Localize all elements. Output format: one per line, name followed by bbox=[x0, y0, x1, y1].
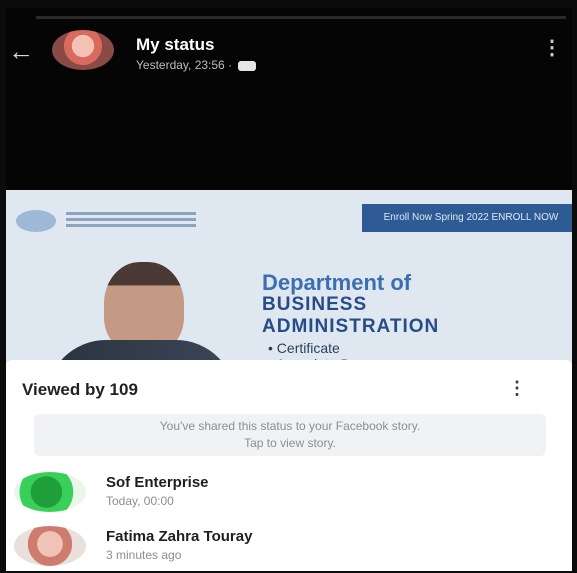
page-title: My status bbox=[136, 35, 215, 54]
avatar bbox=[14, 472, 86, 512]
facebook-share-note[interactable]: You've shared this status to your Facebo… bbox=[34, 414, 546, 456]
more-vertical-icon[interactable]: ⋮ bbox=[542, 38, 562, 58]
viewer-time: Today, 00:00 bbox=[106, 494, 174, 508]
dept-name-line2: ADMINISTRATION bbox=[262, 316, 440, 337]
back-arrow-icon[interactable]: ← bbox=[8, 38, 34, 64]
status-progress-bar bbox=[36, 16, 566, 19]
avatar[interactable] bbox=[52, 30, 114, 70]
status-viewer: ← My status Yesterday, 23:56 · ⋮ Enroll … bbox=[6, 8, 572, 571]
status-header: ← My status Yesterday, 23:56 · ⋮ bbox=[6, 8, 572, 188]
status-timestamp: Yesterday, 23:56 · bbox=[136, 58, 257, 72]
more-vertical-icon[interactable]: ⋮ bbox=[508, 378, 526, 399]
enroll-banner: Enroll Now Spring 2022 ENROLL NOW bbox=[362, 204, 572, 232]
avatar bbox=[14, 526, 86, 566]
list-item[interactable]: Sof Enterprise Today, 00:00 bbox=[6, 468, 572, 520]
privacy-icon bbox=[238, 60, 257, 71]
status-time-text: Yesterday, 23:56 · bbox=[136, 58, 233, 72]
viewed-by-count: Viewed by 109 bbox=[22, 380, 138, 399]
viewer-time: 3 minutes ago bbox=[106, 548, 182, 562]
dept-name-line1: BUSINESS bbox=[262, 294, 368, 315]
viewer-name: Fatima Zahra Touray bbox=[106, 528, 253, 545]
list-item[interactable]: Fatima Zahra Touray 3 minutes ago bbox=[6, 522, 572, 571]
dept-heading: Department of bbox=[262, 270, 412, 295]
college-logo-text bbox=[66, 212, 196, 230]
fb-note-line2: Tap to view story. bbox=[244, 436, 336, 450]
viewer-name: Sof Enterprise bbox=[106, 474, 209, 491]
program-bullet: • Certificate bbox=[268, 340, 340, 356]
fb-note-line1: You've shared this status to your Facebo… bbox=[159, 419, 421, 433]
college-seal-icon bbox=[16, 210, 56, 232]
viewers-sheet: Viewed by 109 ⋮ You've shared this statu… bbox=[6, 360, 572, 571]
